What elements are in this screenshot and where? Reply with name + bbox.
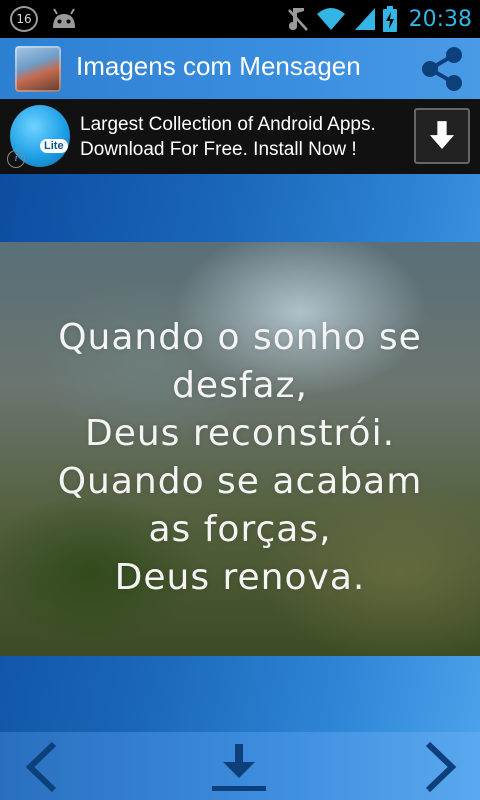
app-icon[interactable] — [15, 46, 61, 92]
action-bar: Imagens com Mensagen — [0, 38, 480, 99]
ad-text-line-1: Largest Collection of Android Apps. — [80, 114, 376, 135]
app-title: Imagens com Mensagen — [76, 51, 361, 81]
battery-charging-icon — [382, 6, 397, 32]
quote-line: Quando se acabam — [57, 461, 423, 502]
muted-icon — [287, 8, 308, 31]
android-icon — [53, 8, 75, 28]
wifi-icon — [316, 8, 345, 30]
quote-text: Quando o sonho se desfaz, Deus reconstró… — [0, 314, 480, 602]
quote-line: desfaz, — [172, 365, 308, 406]
quote-line: Deus renova. — [114, 557, 366, 598]
chevron-right-icon[interactable] — [414, 740, 464, 794]
quote-line: Quando o sonho se — [58, 317, 422, 358]
share-icon[interactable] — [418, 46, 466, 92]
status-bar: 16 20:38 — [0, 0, 480, 38]
download-icon[interactable] — [210, 740, 268, 794]
ad-text-line-2: Download For Free. Install Now ! — [80, 139, 357, 160]
bottom-navigation-bar — [0, 732, 480, 800]
clock: 20:38 — [408, 6, 472, 32]
signal-icon — [354, 8, 375, 30]
quote-line: as forças, — [148, 509, 332, 550]
ad-text[interactable]: Largest Collection of Android Apps. Down… — [80, 112, 376, 162]
ad-download-button[interactable] — [414, 108, 470, 164]
ad-logo-badge: Lite — [40, 139, 68, 153]
notification-count-badge: 16 — [10, 6, 38, 32]
chevron-left-icon[interactable] — [18, 740, 68, 794]
ad-info-icon[interactable]: i — [7, 150, 25, 168]
quote-line: Deus reconstrói. — [84, 413, 396, 454]
